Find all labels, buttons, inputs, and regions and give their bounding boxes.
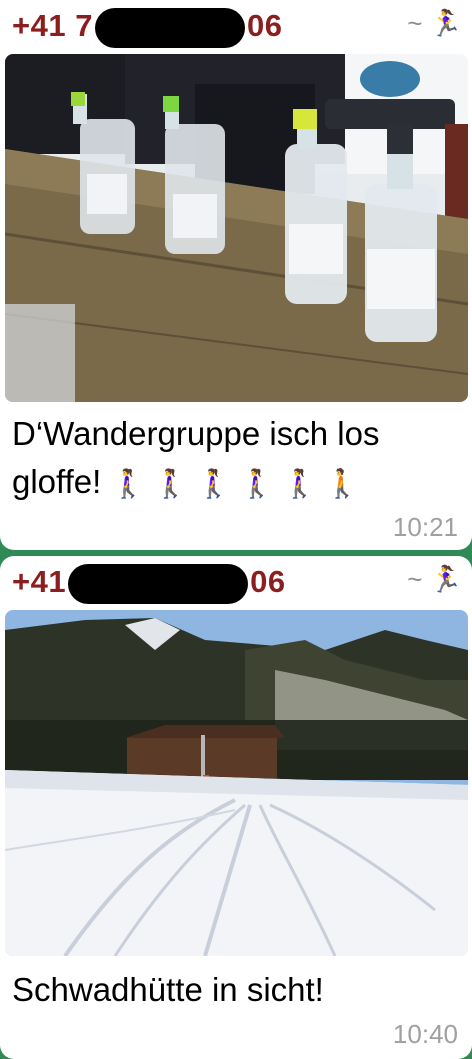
push-name-tilde: ~ (407, 564, 423, 594)
sender-phone-number[interactable]: +41 06 (12, 564, 286, 604)
bottles-on-table-photo[interactable] (5, 54, 468, 402)
ski-slope-mountain-photo[interactable] (5, 610, 468, 956)
message-timestamp: 10:21 (392, 512, 458, 542)
message-text: D‘Wandergruppe isch los gloffe! 🚶‍♀️🚶‍♀️… (12, 410, 460, 508)
sender-number-prefix: +41 7 (12, 8, 93, 44)
running-person-icon: 🏃‍♀️ (429, 564, 462, 594)
sender-push-name: ~ 🏃‍♀️ (407, 8, 462, 39)
sender-number-prefix: +41 (12, 564, 67, 600)
running-person-icon: 🏃‍♀️ (429, 8, 462, 38)
message-bubble[interactable]: +41 7 06 ~ 🏃‍♀️ (0, 0, 472, 550)
sender-push-name: ~ 🏃‍♀️ (407, 564, 462, 595)
redaction-blob (94, 8, 245, 48)
message-text: Schwadhütte in sicht! (12, 966, 460, 1014)
sender-number-suffix: 06 (246, 8, 283, 44)
message-body: Schwadhütte in sicht! (12, 971, 324, 1008)
sender-number-suffix: 06 (250, 564, 286, 600)
redaction-blob (68, 564, 249, 604)
message-bubble[interactable]: +41 06 ~ 🏃‍♀️ Schwadhütte in sicht! 10:40 (0, 556, 472, 1059)
push-name-tilde: ~ (407, 8, 423, 38)
message-timestamp: 10:40 (392, 1019, 458, 1049)
sender-phone-number[interactable]: +41 7 06 (12, 8, 282, 48)
walking-people-emojis: 🚶‍♀️🚶‍♀️🚶‍♀️🚶‍♀️🚶‍♀️🚶 (110, 468, 368, 499)
